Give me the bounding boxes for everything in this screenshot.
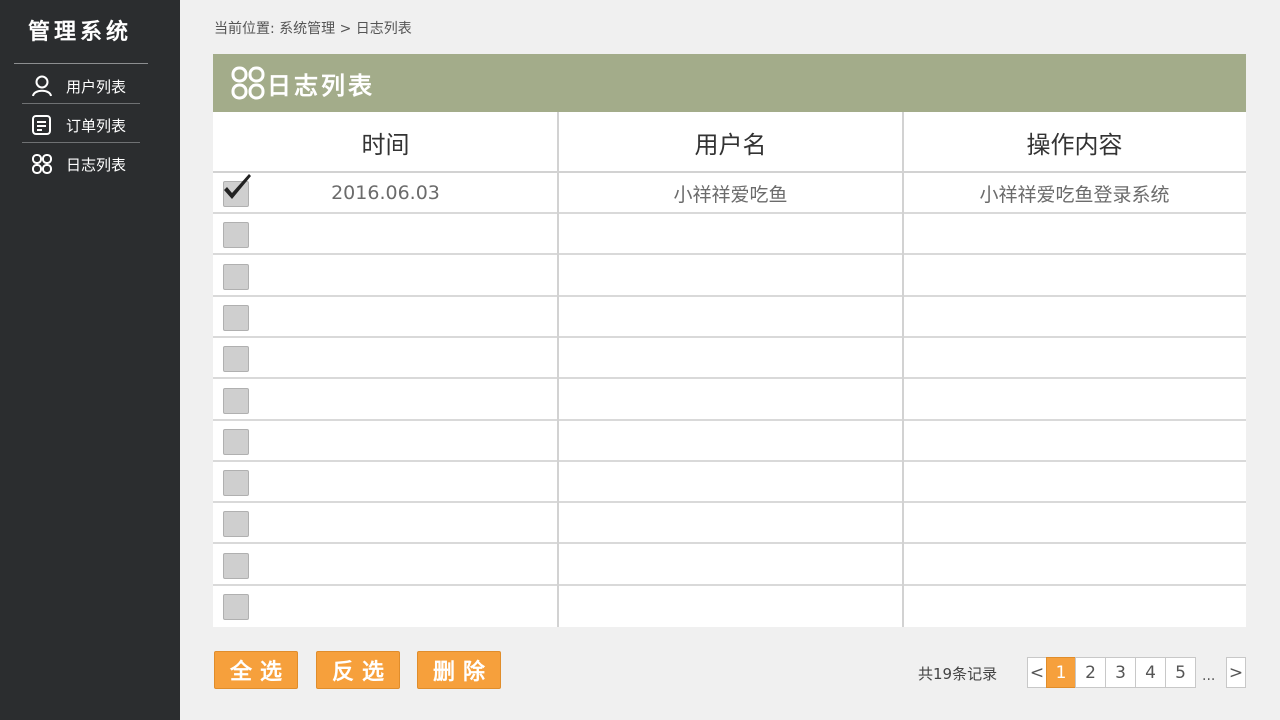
cell-time [213, 380, 558, 420]
breadcrumb: 当前位置: 系统管理 > 日志列表 [214, 21, 412, 37]
cell-action [903, 586, 1246, 626]
next-page-button[interactable]: > [1226, 657, 1246, 688]
cell-time: 2016.06.03 [331, 182, 440, 204]
cell-user [558, 214, 903, 254]
cell-action [903, 338, 1246, 378]
cell-user [558, 256, 903, 296]
cell-action [903, 297, 1246, 337]
cell-time [213, 256, 558, 296]
cell-action [903, 503, 1246, 543]
cell-user [558, 462, 903, 502]
column-header-time: 时间 [361, 130, 410, 159]
app-title: 管理系统 [27, 19, 132, 45]
cell-time [213, 214, 558, 254]
sidebar-item-label: 用户列表 [66, 77, 127, 96]
cell-action [903, 214, 1246, 254]
invert-selection-button[interactable]: 反选 [316, 651, 400, 689]
delete-button[interactable]: 删除 [417, 651, 501, 689]
page-button[interactable]: 5 [1165, 657, 1196, 688]
cell-time [213, 462, 558, 502]
sidebar-separator [22, 142, 140, 143]
cell-time [213, 545, 558, 585]
cell-time [213, 586, 558, 626]
table-row[interactable] [213, 214, 1246, 256]
sidebar-item-logs[interactable]: 日志列表 [22, 145, 140, 183]
table-row[interactable] [213, 256, 1246, 297]
page-button[interactable]: 1 [1046, 657, 1076, 688]
table-header: 时间 用户名 操作内容 [213, 112, 1246, 173]
table-row[interactable] [213, 462, 1246, 504]
cell-user [558, 545, 903, 585]
table-row[interactable] [213, 503, 1246, 545]
sidebar-separator [22, 103, 140, 104]
cell-time [213, 338, 558, 378]
table-row[interactable] [213, 586, 1246, 627]
cell-user [558, 297, 903, 337]
sidebar-item-label: 日志列表 [66, 155, 127, 174]
sidebar: 管理系统 用户列表 订单列表 日志列表 [0, 0, 180, 720]
sidebar-item-label: 订单列表 [66, 116, 127, 135]
select-all-button[interactable]: 全选 [214, 651, 298, 689]
log-table: 时间 用户名 操作内容 2016.06.03 小祥祥爱吃鱼 小祥祥爱吃鱼登录系统 [213, 112, 1246, 627]
page-button[interactable]: 4 [1135, 657, 1166, 688]
column-divider [902, 112, 904, 627]
cell-action [903, 545, 1246, 585]
cell-time [213, 421, 558, 461]
sidebar-divider [14, 63, 148, 64]
cell-action [903, 462, 1246, 502]
table-row[interactable] [213, 421, 1246, 462]
cell-action: 小祥祥爱吃鱼登录系统 [979, 183, 1170, 206]
cell-user [558, 380, 903, 420]
table-row[interactable] [213, 297, 1246, 338]
column-divider [557, 112, 559, 627]
cell-user [558, 338, 903, 378]
cell-user [558, 503, 903, 543]
page-button[interactable]: 3 [1105, 657, 1136, 688]
user-icon [30, 74, 54, 98]
cell-time [213, 297, 558, 337]
cell-user [558, 421, 903, 461]
cell-action [903, 256, 1246, 296]
cell-action [903, 421, 1246, 461]
cell-user [558, 586, 903, 626]
grid-icon [231, 66, 265, 100]
table-row[interactable] [213, 338, 1246, 380]
prev-page-button[interactable]: < [1027, 657, 1047, 688]
cell-user: 小祥祥爱吃鱼 [673, 183, 788, 206]
panel-header: 日志列表 [213, 54, 1246, 112]
sidebar-item-orders[interactable]: 订单列表 [22, 106, 140, 144]
grid-icon [30, 152, 54, 176]
page-title: 日志列表 [267, 70, 375, 100]
pagination-ellipsis: ... [1202, 668, 1216, 684]
table-row[interactable]: 2016.06.03 小祥祥爱吃鱼 小祥祥爱吃鱼登录系统 [213, 173, 1246, 214]
cell-time [213, 503, 558, 543]
column-header-user: 用户名 [694, 130, 767, 159]
column-header-action: 操作内容 [1026, 130, 1123, 159]
sidebar-item-users[interactable]: 用户列表 [22, 67, 140, 105]
cell-action [903, 380, 1246, 420]
table-row[interactable] [213, 545, 1246, 586]
order-list-icon [30, 113, 54, 137]
page-button[interactable]: 2 [1075, 657, 1106, 688]
table-row[interactable] [213, 380, 1246, 421]
total-records: 共19条记录 [918, 665, 998, 683]
